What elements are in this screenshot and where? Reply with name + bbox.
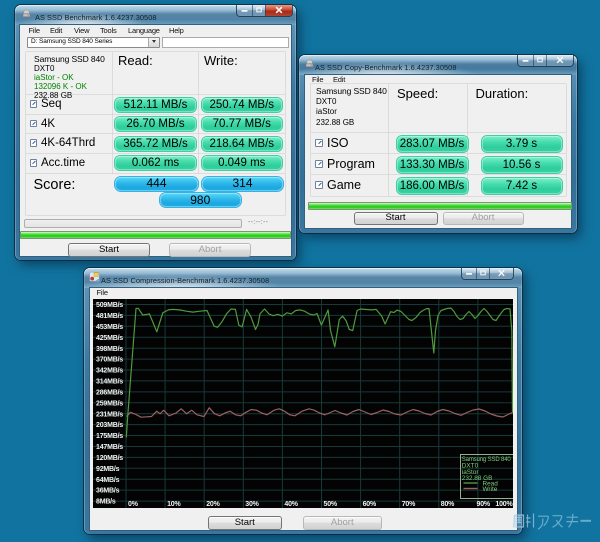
svg-text:120MB/s: 120MB/s (96, 455, 123, 462)
svg-text:8MB/s: 8MB/s (96, 498, 116, 505)
svg-text:64MB/s: 64MB/s (96, 476, 120, 483)
svg-text:20%: 20% (206, 501, 220, 508)
svg-text:259MB/s: 259MB/s (96, 400, 123, 407)
svg-text:80%: 80% (441, 501, 455, 508)
svg-text:398MB/s: 398MB/s (96, 345, 123, 352)
svg-text:50%: 50% (324, 501, 338, 508)
svg-text:453MB/s: 453MB/s (96, 323, 123, 330)
svg-text:60%: 60% (363, 501, 377, 508)
svg-text:147MB/s: 147MB/s (96, 444, 123, 451)
svg-text:342MB/s: 342MB/s (96, 367, 123, 374)
svg-text:425MB/s: 425MB/s (96, 334, 123, 341)
svg-text:92MB/s: 92MB/s (96, 465, 120, 472)
svg-text:10%: 10% (167, 501, 181, 508)
svg-text:70%: 70% (402, 501, 416, 508)
svg-text:203MB/s: 203MB/s (96, 422, 123, 429)
svg-text:509MB/s: 509MB/s (96, 302, 123, 309)
svg-text:0%: 0% (128, 501, 139, 508)
svg-text:Write: Write (483, 486, 498, 493)
svg-text:40%: 40% (284, 501, 298, 508)
svg-text:100%: 100% (495, 501, 513, 508)
svg-text:370MB/s: 370MB/s (96, 356, 123, 363)
svg-text:175MB/s: 175MB/s (96, 433, 123, 440)
svg-text:30%: 30% (245, 501, 259, 508)
svg-text:481MB/s: 481MB/s (96, 313, 123, 320)
svg-text:231MB/s: 231MB/s (96, 411, 123, 418)
svg-text:36MB/s: 36MB/s (96, 487, 120, 494)
svg-text:314MB/s: 314MB/s (96, 378, 123, 385)
svg-text:90%: 90% (477, 501, 491, 508)
svg-text:286MB/s: 286MB/s (96, 389, 123, 396)
